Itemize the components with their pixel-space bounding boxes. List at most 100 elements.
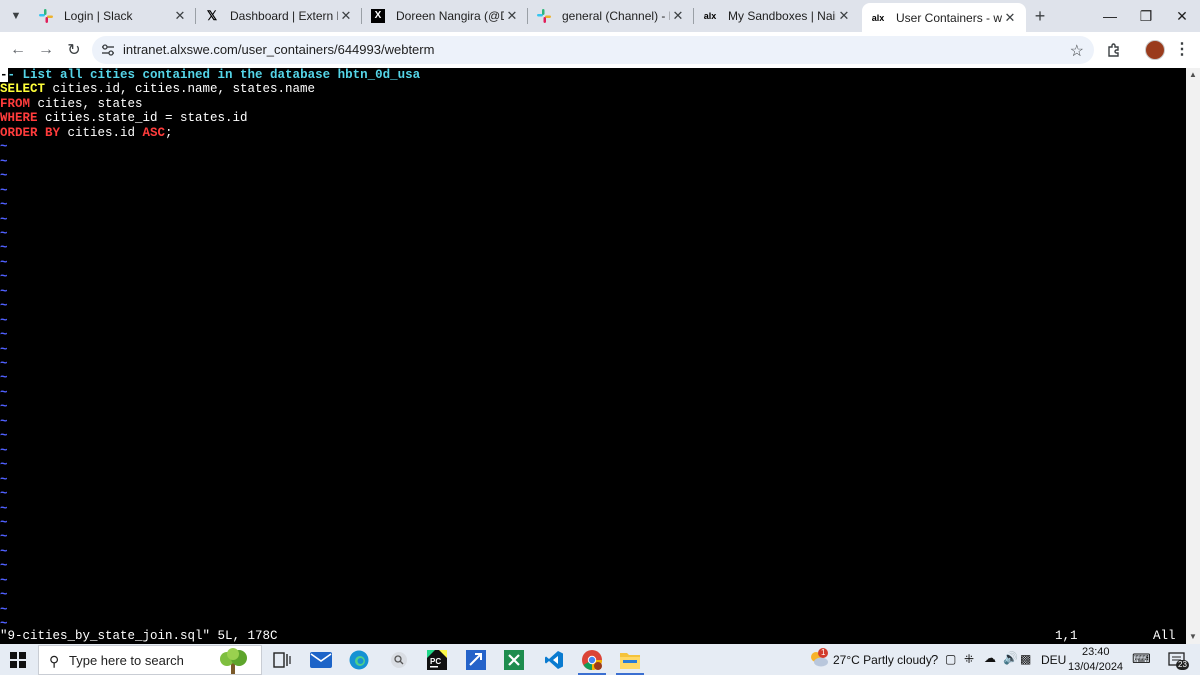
camera-icon[interactable]: ▢ bbox=[945, 652, 956, 666]
tab-title: User Containers - webterm bbox=[896, 10, 1002, 25]
address-bar[interactable]: intranet.alxswe.com/user_containers/6449… bbox=[92, 36, 1094, 64]
vim-status-file: "9-cities_by_state_join.sql" 5L, 178C bbox=[0, 629, 278, 643]
taskbar-search-box[interactable]: ⚲ Type here to search bbox=[38, 645, 262, 675]
code-line: ORDER BY cities.id ASC; bbox=[0, 126, 173, 140]
tab-dashboard[interactable]: 𝕏 Dashboard | Extern Platfor ✕ bbox=[196, 0, 362, 32]
empty-line-tilde: ~ bbox=[0, 515, 8, 530]
site-settings-icon[interactable] bbox=[100, 42, 116, 58]
browser-menu-button[interactable]: ⋮ bbox=[1174, 38, 1190, 60]
code-token: - List all cities contained in the datab… bbox=[7, 68, 421, 82]
empty-line-tilde: ~ bbox=[0, 140, 8, 155]
clock-time[interactable]: 23:40 bbox=[1082, 646, 1110, 658]
search-app-icon[interactable] bbox=[388, 649, 410, 671]
webterm-terminal[interactable]: "9-cities_by_state_join.sql" 5L, 178C 1,… bbox=[0, 68, 1186, 644]
empty-line-tilde: ~ bbox=[0, 559, 8, 574]
minimize-button[interactable]: — bbox=[1092, 0, 1128, 32]
empty-line-tilde: ~ bbox=[0, 313, 8, 328]
code-token: ORDER BY bbox=[0, 125, 61, 140]
alx-logo-text: alx bbox=[703, 11, 717, 21]
file-explorer-icon[interactable] bbox=[619, 649, 641, 671]
reload-button[interactable]: ↻ bbox=[60, 36, 88, 64]
edge-icon[interactable] bbox=[348, 649, 370, 671]
remote-desktop-icon[interactable] bbox=[465, 649, 487, 671]
tab-user-containers[interactable]: alx User Containers - webterm ✕ bbox=[862, 3, 1026, 32]
excel-icon[interactable] bbox=[503, 649, 525, 671]
search-placeholder: Type here to search bbox=[69, 653, 184, 668]
tab-doreen[interactable]: X Doreen Nangira (@Doreen ✕ bbox=[362, 0, 528, 32]
code-token: WHERE bbox=[0, 111, 38, 126]
slack-icon bbox=[38, 8, 54, 24]
code-token: FROM bbox=[0, 96, 31, 111]
terminal-scrollbar[interactable]: ▲ ▼ bbox=[1186, 68, 1200, 644]
close-icon[interactable]: ✕ bbox=[504, 8, 520, 24]
arrow-right-icon: → bbox=[38, 41, 54, 58]
back-button[interactable]: ← bbox=[4, 36, 32, 64]
scroll-down-arrow-icon[interactable]: ▼ bbox=[1189, 633, 1197, 641]
empty-line-tilde: ~ bbox=[0, 328, 8, 343]
windows-start-button[interactable] bbox=[10, 652, 26, 668]
keyboard-icon[interactable]: ⌨ bbox=[1132, 651, 1151, 667]
empty-line-tilde: ~ bbox=[0, 270, 8, 285]
close-icon: ✕ bbox=[1176, 7, 1188, 24]
windows-taskbar: ⚲ Type here to search PC 1 27°C Partly c… bbox=[0, 644, 1200, 675]
puzzle-icon bbox=[1108, 43, 1119, 57]
close-icon[interactable]: ✕ bbox=[172, 8, 188, 24]
empty-line-tilde: ~ bbox=[0, 299, 8, 314]
mail-icon[interactable] bbox=[310, 649, 332, 671]
text-cursor: - bbox=[0, 68, 8, 82]
forward-button[interactable]: → bbox=[32, 36, 60, 64]
code-token: cities.id, cities.name, states.name bbox=[45, 82, 316, 97]
empty-line-tilde: ~ bbox=[0, 342, 8, 357]
profile-avatar[interactable] bbox=[1145, 40, 1165, 60]
close-icon[interactable]: ✕ bbox=[1002, 10, 1018, 26]
browser-toolbar: ← → ↻ intranet.alxswe.com/user_container… bbox=[0, 32, 1200, 68]
empty-line-tilde: ~ bbox=[0, 212, 8, 227]
code-line: SELECT cities.id, cities.name, states.na… bbox=[0, 82, 315, 96]
empty-line-tilde: ~ bbox=[0, 400, 8, 415]
x-icon: X bbox=[370, 8, 386, 24]
x-icon: 𝕏 bbox=[206, 8, 218, 23]
weather-text[interactable]: 27°C Partly cloudy bbox=[833, 653, 932, 667]
tab-general-channel[interactable]: general (Channel) - Energy ✕ bbox=[528, 0, 694, 32]
scroll-up-arrow-icon[interactable]: ▲ bbox=[1189, 71, 1197, 79]
slack-icon bbox=[536, 8, 552, 24]
onedrive-icon[interactable]: ☁ bbox=[984, 651, 996, 665]
restore-icon: ❐ bbox=[1139, 7, 1153, 24]
empty-line-tilde: ~ bbox=[0, 530, 8, 545]
clock-date[interactable]: 13/04/2024 bbox=[1068, 661, 1123, 673]
empty-line-tilde: ~ bbox=[0, 169, 8, 184]
close-icon[interactable]: ✕ bbox=[670, 8, 686, 24]
empty-line-tilde: ~ bbox=[0, 255, 8, 270]
code-token: cities, states bbox=[30, 96, 143, 111]
new-tab-button[interactable]: + bbox=[1030, 6, 1050, 26]
vscode-icon[interactable] bbox=[543, 649, 565, 671]
tab-my-sandboxes[interactable]: alx My Sandboxes | Nairobi In ✕ bbox=[694, 0, 860, 32]
bookmark-star-icon[interactable]: ☆ bbox=[1070, 41, 1084, 61]
chrome-icon[interactable] bbox=[581, 649, 603, 671]
volume-icon[interactable]: 🔊 bbox=[1003, 651, 1018, 665]
url-text[interactable]: intranet.alxswe.com/user_containers/6449… bbox=[123, 42, 434, 57]
close-icon[interactable]: ✕ bbox=[338, 8, 354, 24]
tab-search-button[interactable]: ▼ bbox=[6, 6, 26, 26]
language-indicator[interactable]: DEU bbox=[1041, 653, 1066, 667]
task-view-icon[interactable] bbox=[271, 649, 293, 671]
battery-icon[interactable]: ▩ bbox=[1020, 652, 1031, 666]
vim-status-position: 1,1 bbox=[1055, 629, 1078, 643]
wifi-icon[interactable]: ⁜ bbox=[964, 652, 974, 666]
tab-title: general (Channel) - Energy bbox=[562, 9, 670, 23]
close-window-button[interactable]: ✕ bbox=[1164, 0, 1200, 32]
restore-button[interactable]: ❐ bbox=[1128, 0, 1164, 32]
extensions-button[interactable] bbox=[1102, 38, 1126, 62]
close-icon[interactable]: ✕ bbox=[836, 8, 852, 24]
code-token: ; bbox=[165, 125, 173, 140]
tab-slack-login[interactable]: Login | Slack ✕ bbox=[30, 0, 196, 32]
empty-line-tilde: ~ bbox=[0, 544, 8, 559]
code-line: WHERE cities.state_id = states.id bbox=[0, 111, 248, 125]
code-line: FROM cities, states bbox=[0, 97, 143, 111]
tab-title: Dashboard | Extern Platfor bbox=[230, 9, 338, 23]
help-icon[interactable]: ? bbox=[931, 652, 938, 667]
vim-status-scroll: All bbox=[1153, 629, 1176, 643]
plus-icon: + bbox=[1034, 5, 1046, 26]
minimize-icon: — bbox=[1103, 8, 1117, 24]
pycharm-icon[interactable]: PC bbox=[426, 649, 448, 671]
